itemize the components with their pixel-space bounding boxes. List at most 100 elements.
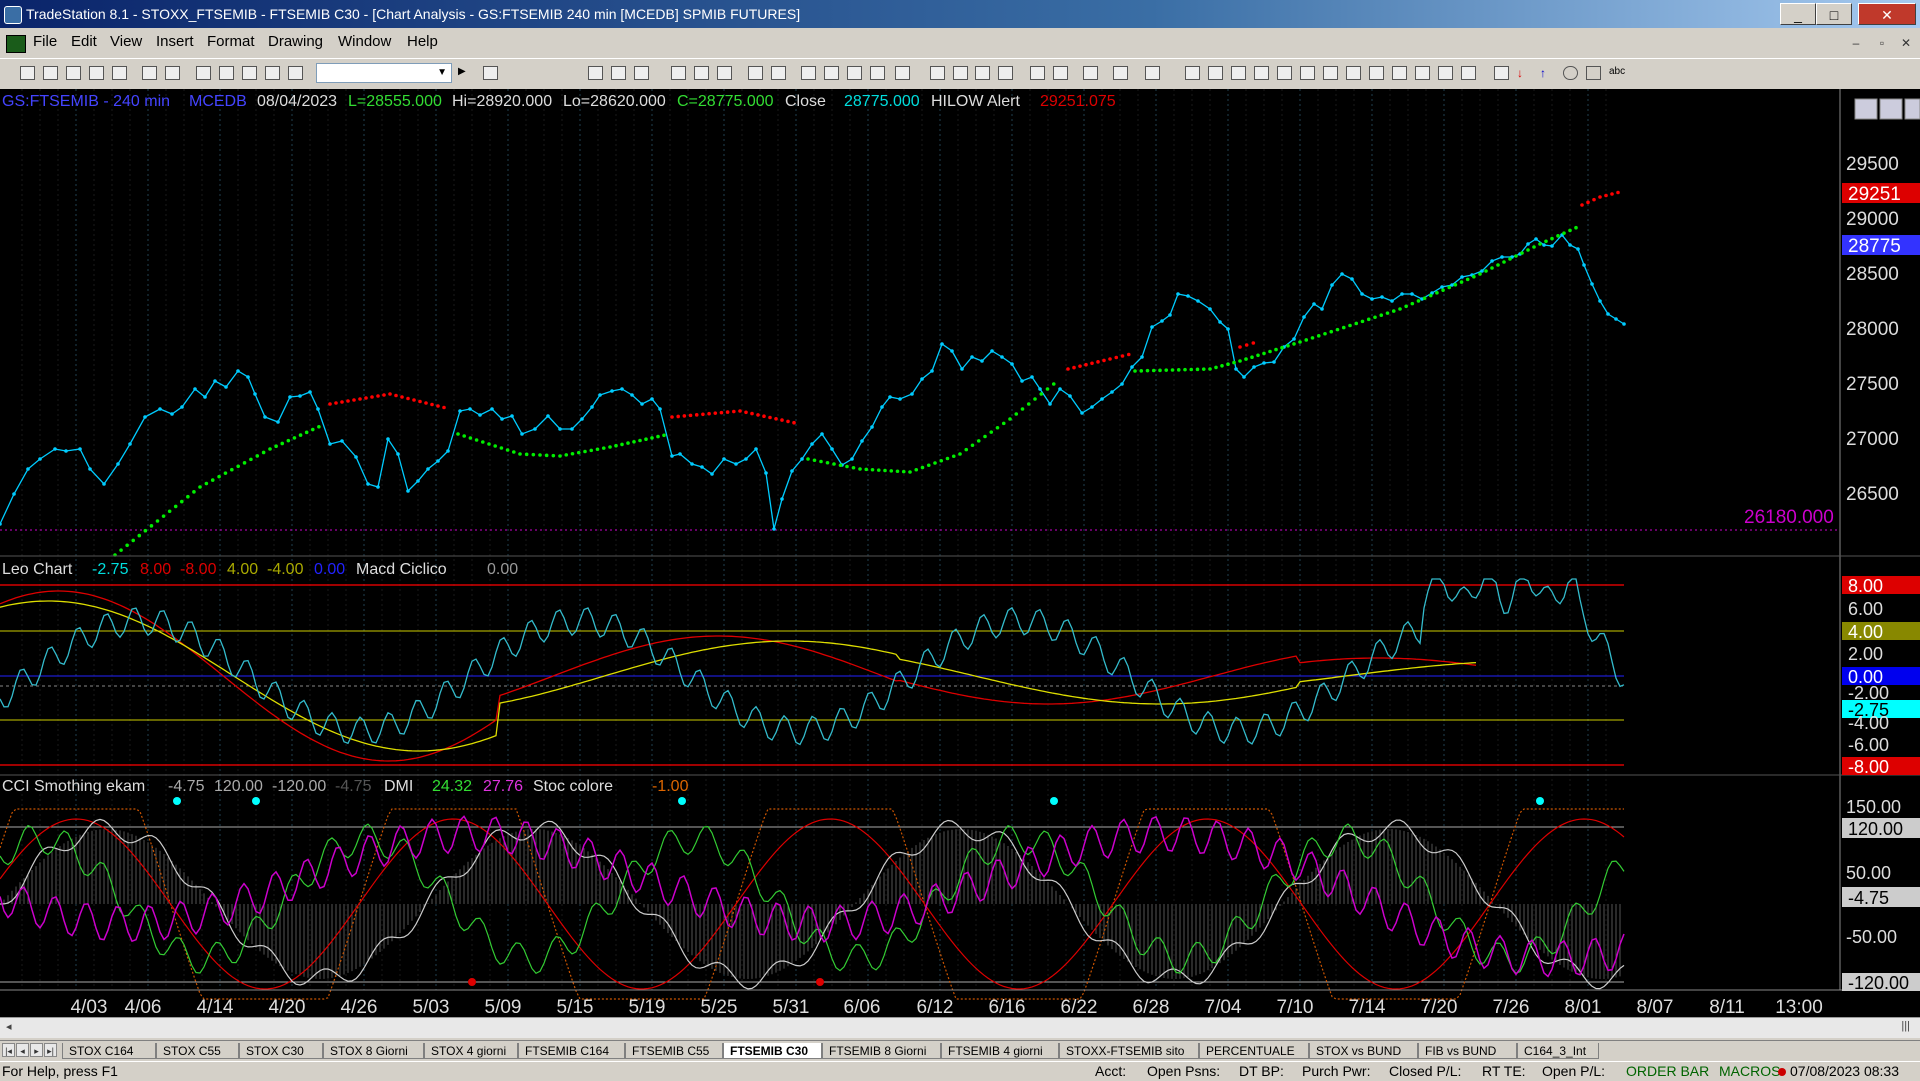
- globe-icon[interactable]: [288, 66, 303, 80]
- tab-item[interactable]: FTSEMIB 8 Giorni: [822, 1043, 941, 1059]
- fibonacci-icon[interactable]: [1300, 66, 1315, 80]
- tab-last-button[interactable]: ▸|: [44, 1043, 57, 1057]
- scroll-right-icon[interactable]: |||: [1901, 1020, 1910, 1032]
- bar-spacing-icon[interactable]: [895, 66, 910, 80]
- mdi-restore-button[interactable]: ▫: [1872, 34, 1892, 52]
- candle-icon[interactable]: [717, 66, 732, 80]
- macros-button[interactable]: MACROS: [1719, 1062, 1780, 1081]
- print-icon[interactable]: [165, 66, 180, 80]
- open-folder-icon[interactable]: [43, 66, 58, 80]
- window-cascade-icon[interactable]: [219, 66, 234, 80]
- tab-item[interactable]: FTSEMIB C30: [723, 1043, 822, 1059]
- menu-file[interactable]: File: [33, 33, 57, 50]
- chart-view-icon[interactable]: [588, 66, 603, 80]
- data-window-icon[interactable]: [870, 66, 885, 80]
- tab-item[interactable]: FTSEMIB C55: [625, 1043, 723, 1059]
- bar-style-icon[interactable]: [847, 66, 862, 80]
- trendline-icon[interactable]: [1185, 66, 1200, 80]
- wrench-icon[interactable]: [1083, 66, 1098, 80]
- close-button[interactable]: ✕: [1858, 3, 1916, 25]
- scroll-left-icon[interactable]: ◂: [6, 1020, 12, 1033]
- new-page-icon[interactable]: [89, 66, 104, 80]
- mdi-minimize-button[interactable]: –: [1846, 34, 1866, 52]
- curve-icon[interactable]: [1494, 66, 1509, 80]
- x-axis-label: 4/06: [125, 997, 162, 1018]
- menu-drawing[interactable]: Drawing: [268, 33, 323, 50]
- arc-icon[interactable]: [1438, 66, 1453, 80]
- tab-item[interactable]: FTSEMIB 4 giorni: [941, 1043, 1059, 1059]
- horizontal-lines-icon[interactable]: [1231, 66, 1246, 80]
- format-symbol-icon[interactable]: [801, 66, 816, 80]
- channel-icon[interactable]: [1254, 66, 1269, 80]
- tab-item[interactable]: STOX 8 Giorni: [323, 1043, 424, 1059]
- grid-icon[interactable]: [634, 66, 649, 80]
- up-arrow-icon[interactable]: ↑: [1540, 66, 1555, 80]
- tools-icon[interactable]: [265, 66, 280, 80]
- minimize-button[interactable]: _: [1780, 3, 1816, 25]
- horizontal-scrollbar[interactable]: ◂ |||: [0, 1017, 1920, 1038]
- chart-canvas[interactable]: GS:FTSEMIB - 240 min MCEDB 08/04/2023 L=…: [0, 89, 1920, 1020]
- tab-item[interactable]: STOX vs BUND: [1309, 1043, 1418, 1059]
- menu-insert[interactable]: Insert: [156, 33, 194, 50]
- tab-item[interactable]: STOX 4 giorni: [424, 1043, 518, 1059]
- tab-item[interactable]: STOX C55: [156, 1043, 239, 1059]
- folder-icon[interactable]: [112, 66, 127, 80]
- expand-bars-icon[interactable]: [930, 66, 945, 80]
- tab-item[interactable]: STOX C30: [239, 1043, 323, 1059]
- format-analysis-icon[interactable]: [824, 66, 839, 80]
- insert-strategy-icon[interactable]: [771, 66, 786, 80]
- menu-format[interactable]: Format: [207, 33, 255, 50]
- vertical-lines-icon[interactable]: [1208, 66, 1223, 80]
- insert-indicator-icon[interactable]: [748, 66, 763, 80]
- mdi-close-button[interactable]: ✕: [1896, 34, 1916, 52]
- ellipse-icon[interactable]: [1563, 66, 1578, 80]
- maximize-button[interactable]: □: [1816, 3, 1852, 25]
- tab-item[interactable]: C164_3_Int: [1517, 1043, 1599, 1059]
- search-symbol-icon[interactable]: [483, 66, 498, 80]
- stoc-value: -1.00: [652, 778, 689, 795]
- bar-chart-icon[interactable]: [694, 66, 709, 80]
- order-bar-button[interactable]: ORDER BAR: [1626, 1062, 1709, 1081]
- pointer-icon[interactable]: [1030, 66, 1045, 80]
- regression-icon[interactable]: [1369, 66, 1384, 80]
- menu-view[interactable]: View: [110, 33, 142, 50]
- tab-item[interactable]: FTSEMIB C164: [518, 1043, 625, 1059]
- compress-bars-icon[interactable]: [953, 66, 968, 80]
- fan-icon[interactable]: [1277, 66, 1292, 80]
- tab-item[interactable]: STOX C164: [62, 1043, 156, 1059]
- zoom-out-icon[interactable]: [998, 66, 1013, 80]
- chart-window-icon[interactable]: [6, 35, 26, 53]
- tradestation-app-icon: [4, 6, 22, 24]
- tab-prev-button[interactable]: ◂: [16, 1043, 29, 1057]
- down-arrow-icon[interactable]: ↓: [1517, 66, 1532, 80]
- flag-icon[interactable]: [1113, 66, 1128, 80]
- pencil-icon[interactable]: [1461, 66, 1476, 80]
- print-preview-icon[interactable]: [142, 66, 157, 80]
- window-tile-icon[interactable]: [196, 66, 211, 80]
- menu-help[interactable]: Help: [407, 33, 438, 50]
- table-view-icon[interactable]: [611, 66, 626, 80]
- tab-next-button[interactable]: ▸: [30, 1043, 43, 1057]
- open-workspace-icon[interactable]: [66, 66, 81, 80]
- hand-icon[interactable]: [1053, 66, 1068, 80]
- play-arrow-icon[interactable]: ▶: [458, 66, 473, 80]
- gann-icon[interactable]: [1323, 66, 1338, 80]
- new-file-icon[interactable]: [20, 66, 35, 80]
- arrows-icon[interactable]: [1392, 66, 1407, 80]
- menu-edit[interactable]: Edit: [71, 33, 97, 50]
- tab-first-button[interactable]: |◂: [2, 1043, 15, 1057]
- menu-window[interactable]: Window: [338, 33, 391, 50]
- wave-icon[interactable]: [671, 66, 686, 80]
- zoom-in-icon[interactable]: [975, 66, 990, 80]
- andrews-icon[interactable]: [1346, 66, 1361, 80]
- tab-item[interactable]: PERCENTUALE: [1199, 1043, 1309, 1059]
- parallel-lines-icon[interactable]: [1415, 66, 1430, 80]
- rectangle-icon[interactable]: [1586, 66, 1601, 80]
- lock-icon[interactable]: [242, 66, 257, 80]
- tab-item[interactable]: STOXX-FTSEMIB sito: [1059, 1043, 1199, 1059]
- chart-analysis-window[interactable]: GS:FTSEMIB - 240 min MCEDB 08/04/2023 L=…: [0, 89, 1920, 1020]
- tab-item[interactable]: FIB vs BUND: [1418, 1043, 1517, 1059]
- eraser-icon[interactable]: [1145, 66, 1160, 80]
- text-tool-icon[interactable]: abc: [1609, 66, 1625, 80]
- symbol-combo-box[interactable]: ▼: [316, 63, 452, 83]
